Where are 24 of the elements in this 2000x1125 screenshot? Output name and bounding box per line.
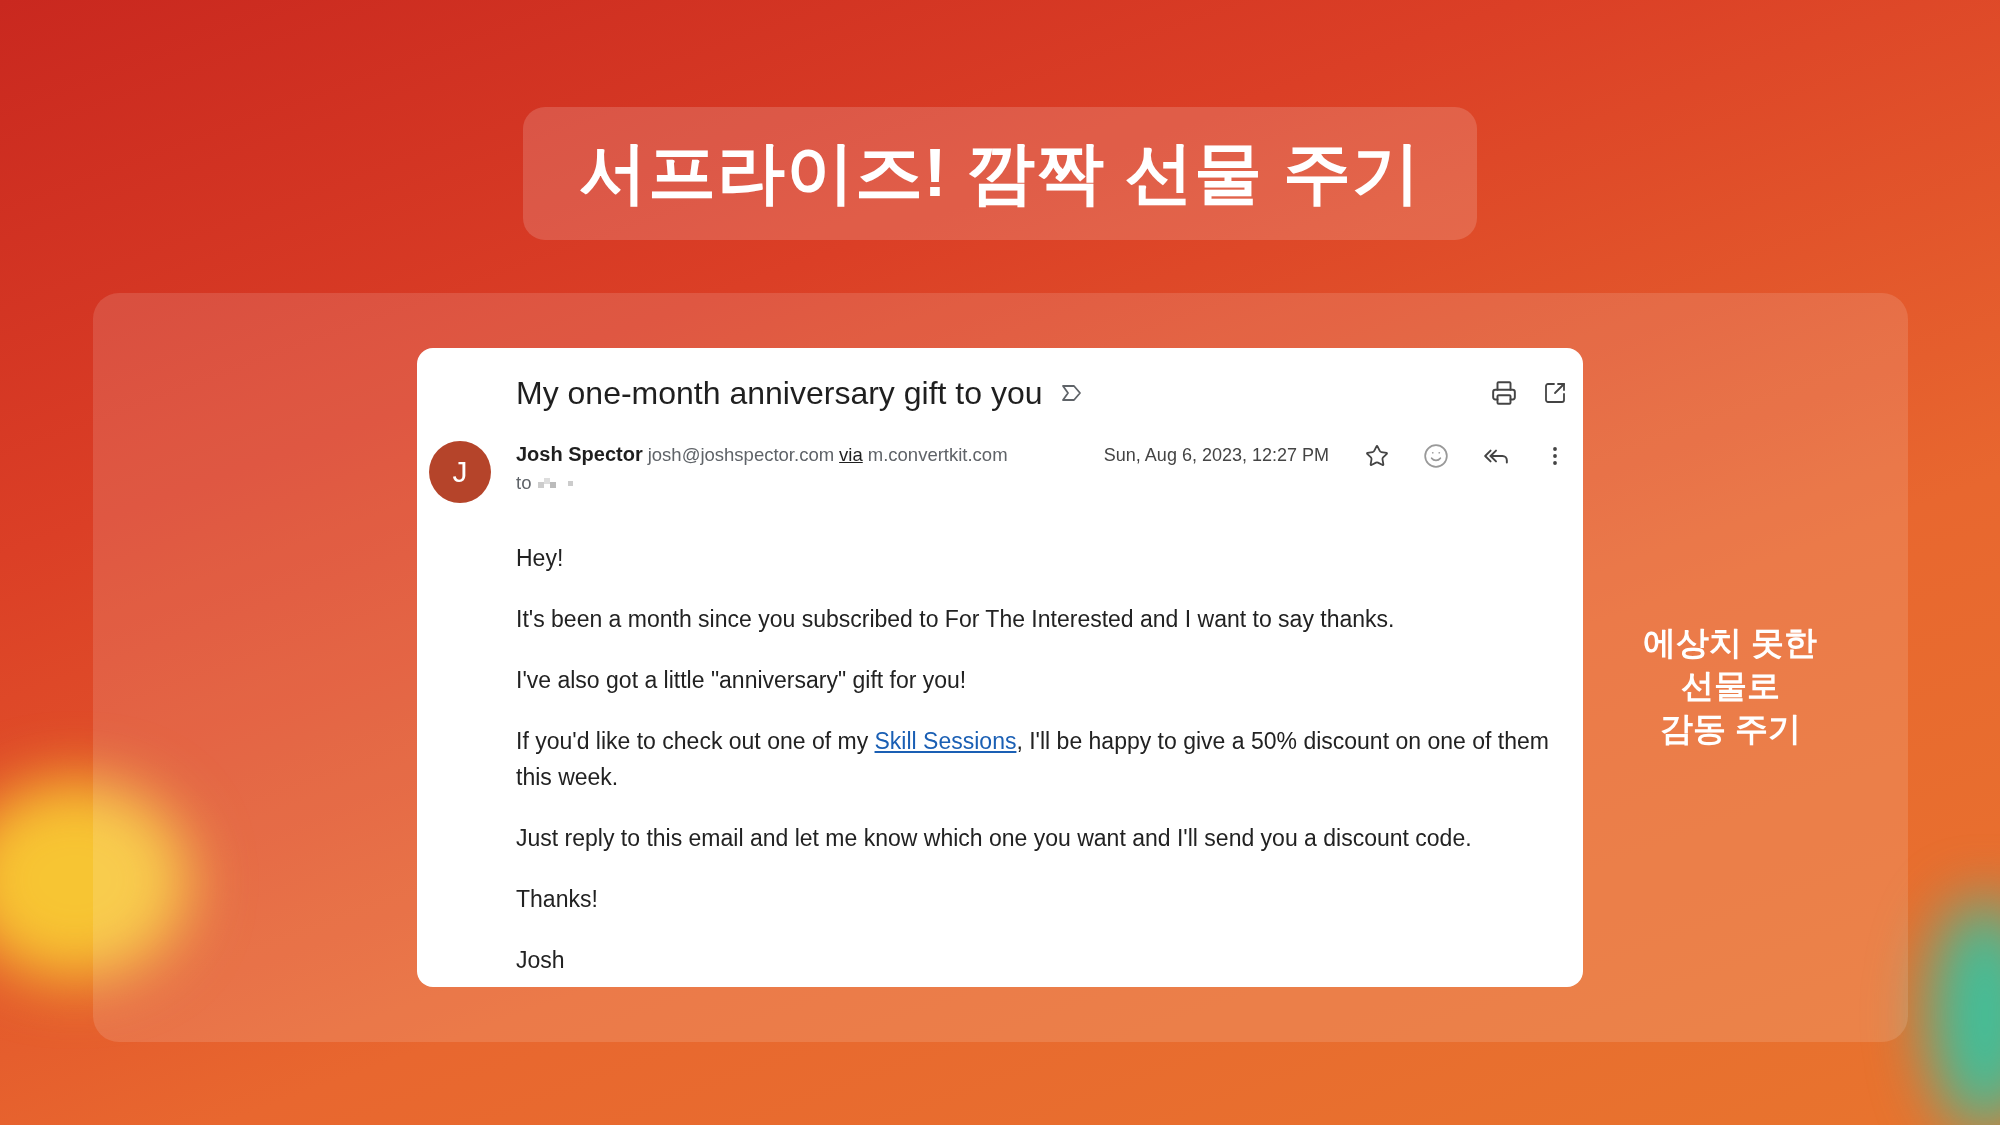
print-icon[interactable] bbox=[1491, 380, 1517, 406]
email-paragraph: It's been a month since you subscribed to For The Interested and I want to say thanks. bbox=[516, 605, 1396, 634]
skill-sessions-link[interactable]: Skill Sessions bbox=[874, 728, 1017, 754]
email-paragraph: Just reply to this email and let me know which one you want and I'll send you a discount code. bbox=[516, 824, 1473, 853]
caption-line: 선물로 bbox=[1680, 666, 1780, 706]
star-icon[interactable] bbox=[1365, 444, 1389, 468]
via-link[interactable]: via bbox=[839, 443, 863, 466]
sender-name: Josh Spector bbox=[516, 443, 643, 466]
headline: 서프라이즈! 깜짝 선물 주기 bbox=[522, 107, 1478, 240]
emoji-icon[interactable] bbox=[1423, 443, 1449, 469]
email-date: Sun, Aug 6, 2023, 12:27 PM bbox=[1103, 445, 1329, 466]
email-paragraph: Hey! bbox=[516, 544, 565, 573]
email-paragraph: Josh bbox=[516, 946, 566, 975]
caption-line: 감동 주기 bbox=[1659, 709, 1801, 749]
avatar: J bbox=[429, 441, 491, 503]
sender-address: josh@joshspector.com bbox=[647, 443, 835, 466]
email-paragraph: Thanks! bbox=[516, 885, 599, 914]
open-new-window-icon[interactable] bbox=[1543, 381, 1567, 405]
email-paragraph: I've also got a little "anniversary" gift for you! bbox=[516, 666, 968, 695]
sender-domain: m.convertkit.com bbox=[867, 443, 1008, 466]
email-paragraph: If you'd like to check out one of my Skill Sessions, I'll be happy to give a 50% discount on one of them this week. bbox=[516, 727, 1550, 792]
caption-line: 에상치 못한 bbox=[1643, 623, 1818, 663]
recipient-label: to bbox=[516, 472, 532, 494]
email-subject: My one-month anniversary gift to you bbox=[516, 374, 1043, 412]
